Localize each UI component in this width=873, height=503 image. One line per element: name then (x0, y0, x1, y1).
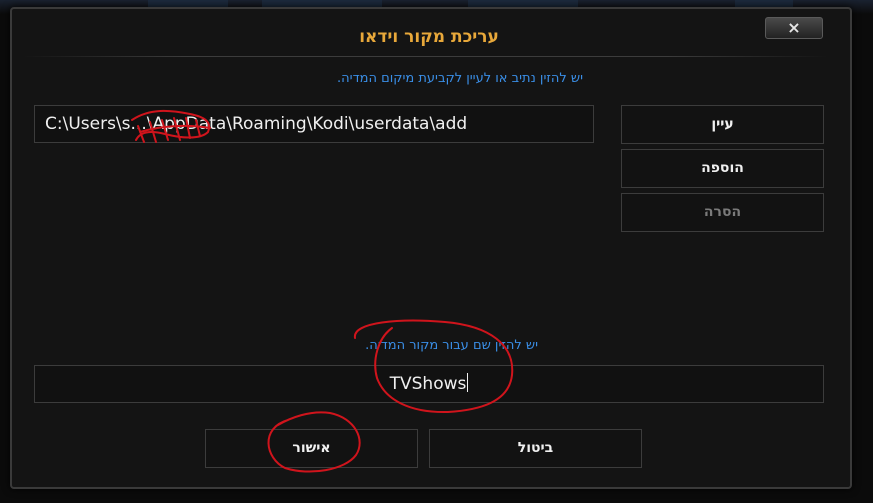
dialog-title: עריכת מקור וידאו (359, 27, 499, 47)
source-name-value: TVShows (389, 374, 467, 394)
name-hint: יש להזין שם עבור מקור המדיה. (365, 338, 538, 353)
remove-button[interactable]: הסרה (621, 193, 824, 232)
path-input-value: C:\Users\s...\AppData\Roaming\Kodi\userd… (45, 114, 468, 134)
add-button[interactable]: הוספה (621, 149, 824, 188)
text-caret (467, 373, 469, 392)
title-divider (22, 56, 828, 57)
ok-button[interactable]: אישור (205, 429, 418, 468)
source-name-input[interactable]: TVShows (34, 365, 824, 403)
path-hint: יש להזין נתיב או לעיין לקביעת מיקום המדי… (337, 71, 583, 86)
path-input[interactable]: C:\Users\s...\AppData\Roaming\Kodi\userd… (34, 105, 594, 143)
close-icon: × (787, 18, 801, 37)
browse-button[interactable]: עיין (621, 105, 824, 144)
cancel-button[interactable]: ביטול (429, 429, 642, 468)
close-button[interactable]: × (765, 17, 823, 39)
